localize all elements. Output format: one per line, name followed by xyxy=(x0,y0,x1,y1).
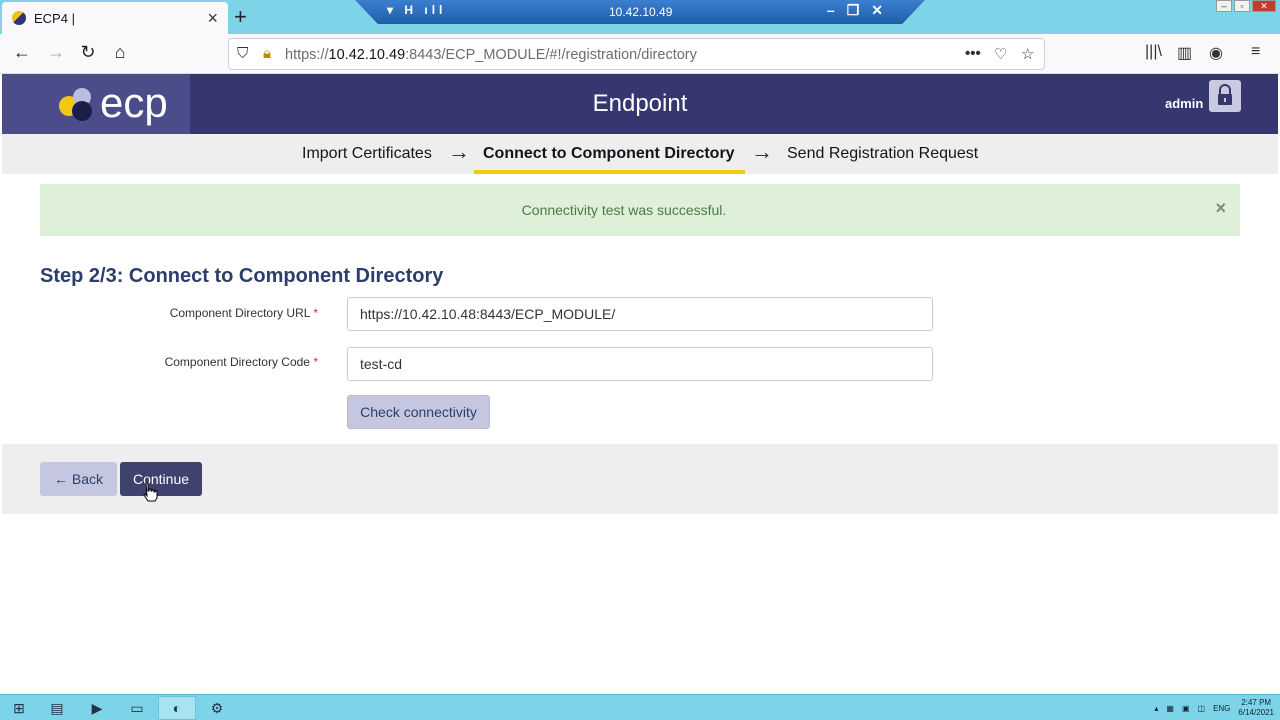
browser-tab-strip: ECP4 | × + ▾ H ıll 10.42.10.49 –❐✕ – ▫ ✕ xyxy=(0,0,1280,34)
page-actions-icon[interactable]: ••• xyxy=(965,45,981,62)
back-button-label: Back xyxy=(71,471,103,487)
remote-desktop-bar: ▾ H ıll 10.42.10.49 –❐✕ xyxy=(355,0,925,24)
library-icon[interactable]: |||\ xyxy=(1145,43,1162,61)
step-heading: Step 2/3: Connect to Component Directory xyxy=(40,265,444,287)
step-import-certificates: Import Certificates xyxy=(302,145,432,162)
clock-date: 6/14/2021 xyxy=(1238,708,1274,717)
component-directory-url-input[interactable] xyxy=(347,297,933,331)
rdp-window-controls[interactable]: –❐✕ xyxy=(827,2,895,19)
registration-stepper: Import Certificates → Connect to Compone… xyxy=(2,134,1278,174)
window-controls: – ▫ ✕ xyxy=(1216,0,1276,12)
powershell-icon[interactable]: ▶ xyxy=(78,696,116,720)
browser-navbar: ← → ↻ ⌂ ⛉ 🔒︎ https://10.42.10.49:8443/EC… xyxy=(0,34,1280,74)
system-tray: ▴ ▦ ▣ ◫ ENG 2:47 PM 6/14/2021 xyxy=(1154,695,1274,720)
settings-gear-icon[interactable]: ⚙ xyxy=(198,696,236,720)
insecure-lock-icon[interactable]: 🔒︎ xyxy=(263,45,271,62)
close-window-icon[interactable]: ✕ xyxy=(1252,0,1276,12)
continue-button[interactable]: Continue xyxy=(120,462,202,496)
user-name[interactable]: admin xyxy=(1165,96,1203,111)
page-title: Endpoint xyxy=(592,90,688,117)
step-connect-component-directory: Connect to Component Directory xyxy=(483,145,735,162)
tray-network-icon[interactable]: ▦ xyxy=(1166,704,1174,713)
firefox-icon[interactable]: ◐ xyxy=(158,696,196,720)
menu-icon[interactable]: ≡ xyxy=(1251,43,1260,61)
start-windows-icon[interactable]: ⊞ xyxy=(0,696,38,720)
url-path: :8443/ECP_MODULE/#!/registration/directo… xyxy=(405,47,697,63)
shield-icon[interactable]: ⛉ xyxy=(237,45,248,62)
clock[interactable]: 2:47 PM 6/14/2021 xyxy=(1238,698,1274,718)
file-explorer-icon[interactable]: ▭ xyxy=(118,696,156,720)
home-icon[interactable]: ⌂ xyxy=(108,42,132,63)
label-text: Component Directory Code xyxy=(164,355,310,369)
component-directory-code-input[interactable] xyxy=(347,347,933,381)
lock-icon xyxy=(1218,84,1232,105)
clock-time: 2:47 PM xyxy=(1241,698,1272,707)
language-indicator[interactable]: ENG xyxy=(1213,704,1230,713)
bookmark-star-icon[interactable]: ☆ xyxy=(1021,45,1034,63)
step-send-registration-request: Send Registration Request xyxy=(787,145,979,162)
new-tab-button[interactable]: + xyxy=(234,4,247,30)
alert-close-icon[interactable]: × xyxy=(1215,198,1226,219)
component-directory-url-label: Component Directory URL * xyxy=(38,306,318,320)
back-button[interactable]: ← Back xyxy=(40,462,117,496)
active-step-indicator xyxy=(474,170,745,174)
url-host: 10.42.10.49 xyxy=(328,47,406,63)
ecp-favicon-icon xyxy=(12,11,26,25)
tab-title: ECP4 | xyxy=(34,10,75,26)
alert-message: Connectivity test was successful. xyxy=(521,202,727,218)
back-arrow-icon[interactable]: ← xyxy=(10,42,34,63)
arrow-right-icon: → xyxy=(448,139,470,164)
wizard-actions: ← Back Continue xyxy=(2,444,1278,514)
arrow-right-icon: → xyxy=(751,139,773,164)
browser-tab[interactable]: ECP4 | × xyxy=(2,2,228,34)
logout-button[interactable] xyxy=(1209,80,1241,112)
server-manager-icon[interactable]: ▤ xyxy=(38,696,76,720)
arrow-left-icon: ← xyxy=(53,471,68,487)
rdp-host-ip: 10.42.10.49 xyxy=(609,5,673,19)
component-directory-code-label: Component Directory Code * xyxy=(38,355,318,369)
check-connectivity-button[interactable]: Check connectivity xyxy=(347,395,490,429)
label-text: Component Directory URL xyxy=(169,306,310,320)
reload-icon[interactable]: ↻ xyxy=(76,42,100,63)
pocket-icon[interactable]: ♡ xyxy=(994,45,1007,63)
required-mark: * xyxy=(313,355,318,369)
tray-volume-icon[interactable]: ◫ xyxy=(1198,704,1206,713)
rdp-pin-signal-icon[interactable]: ▾ H ıll xyxy=(387,3,446,17)
url-prefix: https:// xyxy=(285,47,329,63)
tab-close-icon[interactable]: × xyxy=(207,9,218,27)
url-text[interactable]: https://10.42.10.49:8443/ECP_MODULE/#!/r… xyxy=(285,47,697,63)
tray-expand-icon[interactable]: ▴ xyxy=(1154,704,1158,713)
sidebar-icon[interactable]: ▥ xyxy=(1177,43,1192,63)
minimize-icon[interactable]: – xyxy=(1216,0,1232,12)
address-bar[interactable]: ⛉ 🔒︎ https://10.42.10.49:8443/ECP_MODULE… xyxy=(228,38,1045,70)
app-header: ecp Endpoint admin xyxy=(2,74,1278,134)
account-icon[interactable]: ◉ xyxy=(1209,43,1223,63)
forward-arrow-icon[interactable]: → xyxy=(44,42,68,63)
tray-action-center-icon[interactable]: ▣ xyxy=(1182,704,1190,713)
success-alert: Connectivity test was successful. × xyxy=(40,184,1240,236)
required-mark: * xyxy=(313,306,318,320)
restore-icon[interactable]: ▫ xyxy=(1234,0,1250,12)
hand-cursor-icon xyxy=(143,482,158,502)
windows-taskbar: ⊞ ▤ ▶ ▭ ◐ ⚙ ▴ ▦ ▣ ◫ ENG 2:47 PM 6/14/202… xyxy=(0,694,1280,720)
